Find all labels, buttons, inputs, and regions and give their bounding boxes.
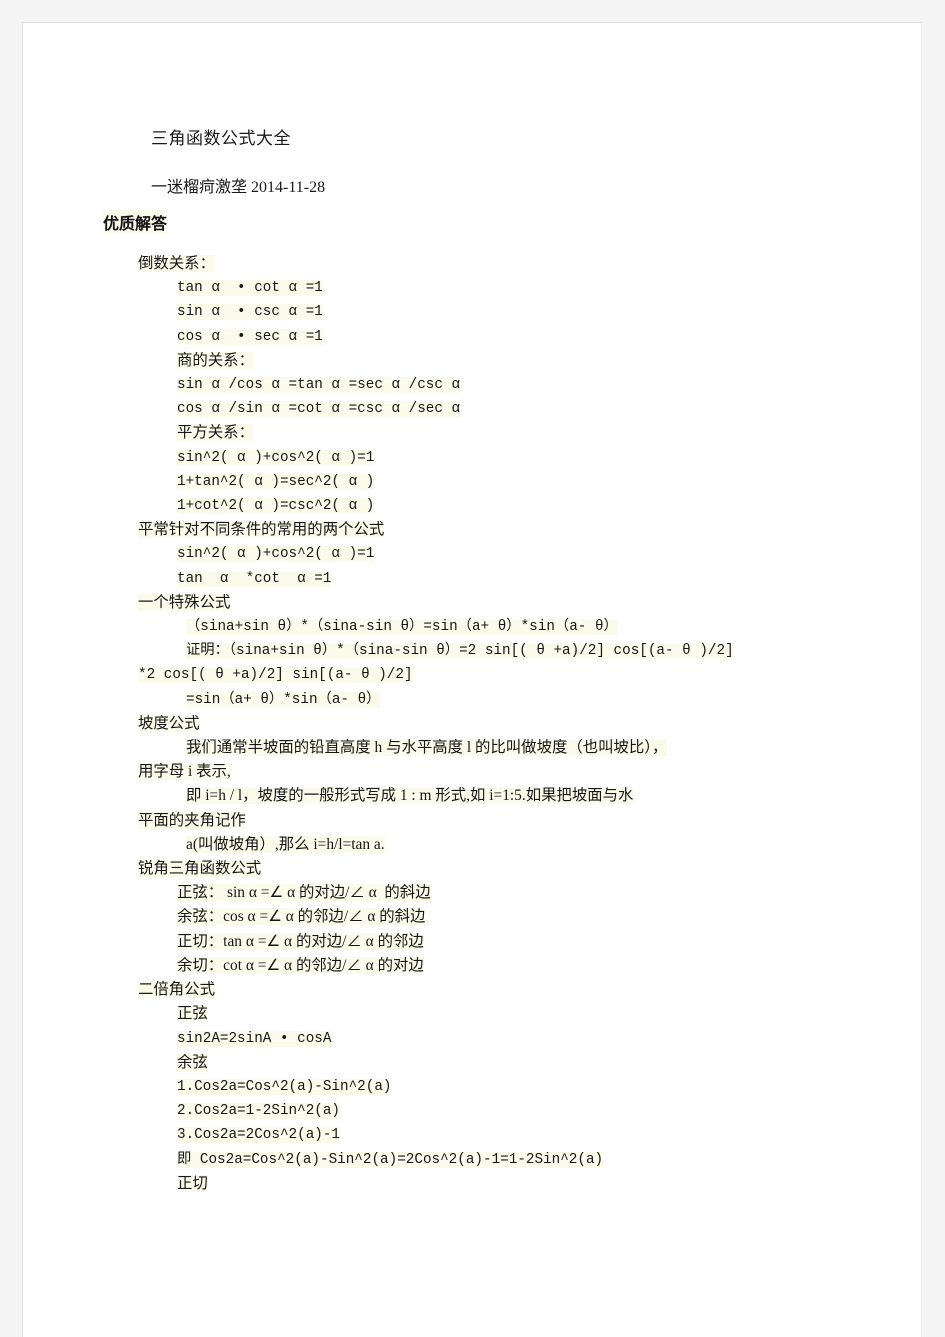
formula-text: 平面的夹角记作 bbox=[138, 811, 246, 829]
formula-text: 余弦 bbox=[177, 1053, 208, 1071]
formula-line: *2 cos[( θ +a)/2] sin[(a- θ )/2] bbox=[138, 663, 878, 687]
formula-line: =sin（a+ θ）*sin（a- θ） bbox=[138, 688, 878, 712]
formula-text: sin α /cos α =tan α =sec α /csc α bbox=[177, 377, 461, 394]
formula-line: 用字母 i 表示, bbox=[138, 760, 878, 784]
formula-text: 1.Cos2a=Cos^2(a)-Sin^2(a) bbox=[177, 1078, 392, 1095]
formula-text: 我们通常半坡面的铅直高度 h 与水平高度 l 的比叫做坡度（也叫坡比）， bbox=[186, 739, 668, 757]
formula-line: 1.Cos2a=Cos^2(a)-Sin^2(a) bbox=[138, 1075, 878, 1099]
formula-line: 平面的夹角记作 bbox=[138, 809, 878, 833]
formula-text: 即 Cos2a=Cos^2(a)-Sin^2(a)=2Cos^2(a)-1=1-… bbox=[177, 1151, 604, 1168]
formula-text: 即 i=h / l，坡度的一般形式写成 1 : m 形式,如 i=1:5.如果把… bbox=[186, 787, 634, 805]
formula-text: 正切 bbox=[177, 1174, 208, 1192]
formula-line: 余弦 bbox=[138, 1051, 878, 1075]
formula-line: 证明：（sina+sin θ）*（sina-sin θ）=2 sin[( θ +… bbox=[138, 639, 878, 663]
formula-text: tan α *cot α =1 bbox=[177, 570, 332, 587]
document-page: 三角函数公式大全 一迷榴疴激垄 2014-11-28 优质解答 倒数关系： tan… bbox=[22, 22, 922, 1337]
formula-text: 余切：cot α =∠ α 的邻边/∠ α 的对边 bbox=[177, 956, 424, 974]
formula-line: sin^2( α )+cos^2( α )=1 bbox=[138, 542, 878, 566]
formula-line: 正切 bbox=[138, 1172, 878, 1196]
formula-text: 1+cot^2( α )=csc^2( α ) bbox=[177, 498, 375, 515]
formula-line: tan α *cot α =1 bbox=[138, 567, 878, 591]
formula-line: 即 i=h / l，坡度的一般形式写成 1 : m 形式,如 i=1:5.如果把… bbox=[138, 784, 878, 808]
formula-text: 二倍角公式 bbox=[138, 981, 215, 999]
formula-text: 正弦： sin α =∠ α 的对边/∠ α 的斜边 bbox=[177, 884, 431, 902]
formula-text: 证明：（sina+sin θ）*（sina-sin θ）=2 sin[( θ +… bbox=[186, 643, 734, 660]
formula-line: 即 Cos2a=Cos^2(a)-Sin^2(a)=2Cos^2(a)-1=1-… bbox=[138, 1148, 878, 1172]
formula-text: sin α • csc α =1 bbox=[177, 304, 323, 321]
formula-line: 一个特殊公式 bbox=[138, 591, 878, 615]
formula-line: cos α • sec α =1 bbox=[138, 325, 878, 349]
page-title: 三角函数公式大全 bbox=[151, 129, 291, 148]
formula-text: sin^2( α )+cos^2( α )=1 bbox=[177, 449, 375, 466]
formula-text: cos α • sec α =1 bbox=[177, 328, 323, 345]
formula-text: 2.Cos2a=1-2Sin^2(a) bbox=[177, 1103, 341, 1120]
formula-line: 坡度公式 bbox=[138, 712, 878, 736]
formula-text: sin^2( α )+cos^2( α )=1 bbox=[177, 546, 375, 563]
formula-line: 平常针对不同条件的常用的两个公式 bbox=[138, 518, 878, 542]
formula-line: 2.Cos2a=1-2Sin^2(a) bbox=[138, 1099, 878, 1123]
formula-line: 倒数关系： bbox=[138, 252, 878, 276]
formula-line: sin α • csc α =1 bbox=[138, 300, 878, 324]
formula-text: 平常针对不同条件的常用的两个公式 bbox=[138, 521, 385, 539]
formula-line: （sina+sin θ）*（sina-sin θ）=sin（a+ θ）*sin（… bbox=[138, 615, 878, 639]
formula-line: a(叫做坡角）,那么 i=h/l=tan a. bbox=[138, 833, 878, 857]
formula-line: 锐角三角函数公式 bbox=[138, 857, 878, 881]
formula-line: sin^2( α )+cos^2( α )=1 bbox=[138, 446, 878, 470]
formula-text: =sin（a+ θ）*sin（a- θ） bbox=[186, 691, 381, 708]
formula-text: 平方关系： bbox=[177, 424, 254, 442]
formula-line: 3.Cos2a=2Cos^2(a)-1 bbox=[138, 1123, 878, 1147]
formula-line: sin2A=2sinA • cosA bbox=[138, 1027, 878, 1051]
formula-text: 用字母 i 表示, bbox=[138, 763, 231, 781]
formula-line: tan α • cot α =1 bbox=[138, 276, 878, 300]
formula-line: 正切：tan α =∠ α 的对边/∠ α 的邻边 bbox=[138, 930, 878, 954]
formula-line: 余弦：cos α =∠ α 的邻边/∠ α 的斜边 bbox=[138, 905, 878, 929]
formula-text: *2 cos[( θ +a)/2] sin[(a- θ )/2] bbox=[138, 667, 413, 684]
formula-text: 3.Cos2a=2Cos^2(a)-1 bbox=[177, 1127, 341, 1144]
formula-text: 商的关系： bbox=[177, 351, 254, 369]
formula-text: a(叫做坡角）,那么 i=h/l=tan a. bbox=[186, 835, 385, 853]
formula-body: 倒数关系： tan α • cot α =1 sin α • csc α =1 cos… bbox=[138, 252, 878, 1196]
formula-line: cos α /sin α =cot α =csc α /sec α bbox=[138, 397, 878, 421]
formula-text: 余弦：cos α =∠ α 的邻边/∠ α 的斜边 bbox=[177, 908, 426, 926]
formula-text: 1+tan^2( α )=sec^2( α ) bbox=[177, 473, 375, 490]
formula-line: 商的关系： bbox=[138, 349, 878, 373]
formula-text: （sina+sin θ）*（sina-sin θ）=sin（a+ θ）*sin（… bbox=[186, 619, 618, 636]
byline: 一迷榴疴激垄 2014-11-28 bbox=[151, 179, 326, 196]
formula-line: 正弦： sin α =∠ α 的对边/∠ α 的斜边 bbox=[138, 881, 878, 905]
formula-line: sin α /cos α =tan α =sec α /csc α bbox=[138, 373, 878, 397]
formula-text: cos α /sin α =cot α =csc α /sec α bbox=[177, 401, 461, 418]
formula-text: 坡度公式 bbox=[138, 714, 200, 732]
formula-line: 余切：cot α =∠ α 的邻边/∠ α 的对边 bbox=[138, 954, 878, 978]
formula-text: tan α • cot α =1 bbox=[177, 280, 323, 297]
formula-text: 锐角三角函数公式 bbox=[138, 860, 262, 878]
answer-heading: 优质解答 bbox=[103, 210, 168, 234]
formula-text: sin2A=2sinA • cosA bbox=[177, 1030, 332, 1047]
formula-line: 平方关系： bbox=[138, 421, 878, 445]
formula-text: 倒数关系： bbox=[138, 255, 215, 272]
formula-text: 正切：tan α =∠ α 的对边/∠ α 的邻边 bbox=[177, 932, 424, 950]
formula-line: 1+tan^2( α )=sec^2( α ) bbox=[138, 470, 878, 494]
formula-line: 我们通常半坡面的铅直高度 h 与水平高度 l 的比叫做坡度（也叫坡比）， bbox=[138, 736, 878, 760]
formula-text: 正弦 bbox=[177, 1005, 208, 1023]
formula-line: 正弦 bbox=[138, 1002, 878, 1026]
formula-text: 一个特殊公式 bbox=[138, 593, 231, 611]
formula-line: 1+cot^2( α )=csc^2( α ) bbox=[138, 494, 878, 518]
formula-line: 二倍角公式 bbox=[138, 978, 878, 1002]
